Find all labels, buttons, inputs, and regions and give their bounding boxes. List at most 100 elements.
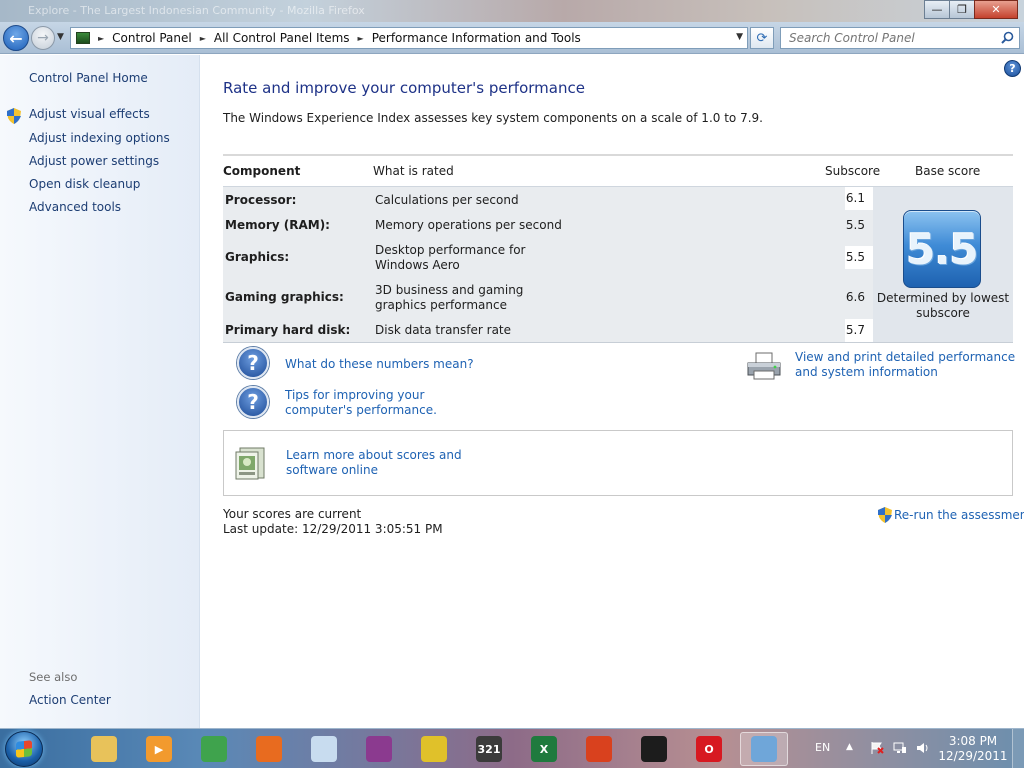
taskbar-clock[interactable]: 3:08 PM 12/29/2011 [938,734,1008,764]
last-update-text: Last update: 12/29/2011 3:05:51 PM [223,522,443,536]
breadcrumb-performance[interactable]: Performance Information and Tools [372,31,581,45]
navigation-bar: ← → ▼ ► Control Panel ► All Control Pane… [0,22,1024,54]
breadcrumb-control-panel[interactable]: Control Panel [112,31,192,45]
header-component: Component [223,164,301,178]
sidebar-item-visual-effects[interactable]: Adjust visual effects [29,107,150,121]
learn-more-link[interactable]: Learn more about scores and software onl… [286,448,496,478]
see-also-heading: See also [29,670,78,684]
action-center-flag-icon[interactable] [870,742,884,754]
taskbar-app-nero[interactable] [575,732,623,766]
control-panel-icon [751,736,777,762]
recent-pages-dropdown[interactable]: ▼ [57,32,64,42]
show-hidden-icons-icon[interactable]: ▲ [846,742,853,752]
notes-icon [311,736,337,762]
taskbar-app-excel[interactable]: X [520,732,568,766]
rerun-assessment[interactable]: Re-run the assessment [878,507,1024,523]
explorer-icon [91,736,117,762]
subscore-value: 5.7 [845,319,873,342]
sidebar-item-disk-cleanup[interactable]: Open disk cleanup [29,177,140,191]
volume-icon[interactable] [916,742,930,754]
component-name: Graphics: [225,250,290,264]
language-indicator[interactable]: EN [815,741,830,754]
terminal-icon [641,736,667,762]
address-dropdown-icon[interactable]: ▼ [736,32,743,42]
taskbar-app-control-panel[interactable] [740,732,788,766]
idm-icon [201,736,227,762]
taskbar-app-firefox[interactable] [245,732,293,766]
header-what-is-rated: What is rated [373,164,454,178]
nero-icon [586,736,612,762]
title-bar[interactable]: Explore - The Largest Indonesian Communi… [0,0,1024,22]
chevron-right-icon[interactable]: ► [358,34,364,43]
action-center-link[interactable]: Action Center [29,693,111,707]
rerun-assessment-link[interactable]: Re-run the assessment [894,508,1024,522]
sidebar-item-power[interactable]: Adjust power settings [29,154,159,168]
search-icon[interactable] [1001,31,1014,44]
taskbar-app-media-classic[interactable]: 321 [465,732,513,766]
taskbar-app-disc-burner[interactable] [410,732,458,766]
rated-description: Desktop performance for Windows Aero [375,243,526,272]
left-pane: Control Panel Home Adjust visual effects… [0,55,200,728]
taskbar-app-terminal[interactable] [630,732,678,766]
winrar-icon [366,736,392,762]
score-status: Your scores are current Last update: 12/… [223,507,443,537]
table-body: Processor: Calculations per second 6.1 M… [223,186,1013,343]
header-subscore: Subscore [825,164,881,178]
taskbar-app-media-player[interactable]: ▶ [135,732,183,766]
learn-more-box: Learn more about scores and software onl… [223,430,1013,496]
media-classic-icon: 321 [476,736,502,762]
help-button[interactable]: ? [1004,60,1021,77]
back-button[interactable]: ← [3,25,29,51]
search-input[interactable] [781,28,991,48]
excel-icon: X [531,736,557,762]
network-icon[interactable] [893,742,907,754]
chevron-right-icon[interactable]: ► [98,34,104,43]
taskbar-app-winrar[interactable] [355,732,403,766]
chevron-right-icon[interactable]: ► [200,34,206,43]
numbers-meaning-link[interactable]: What do these numbers mean? [285,357,474,372]
rated-description: Calculations per second [375,193,519,207]
sidebar-item-indexing[interactable]: Adjust indexing options [29,131,170,145]
page-title: Rate and improve your computer's perform… [223,79,585,97]
printer-icon[interactable] [746,351,782,381]
shield-icon [7,108,21,124]
subscore-value: 5.5 [845,218,865,232]
taskbar: ▶ 321 X O EN ▲ 3:08 PM 12/29/2011 [0,728,1024,768]
base-score-badge: 5.5 [903,210,981,288]
show-desktop-button[interactable] [1012,729,1024,768]
question-icon[interactable]: ? [237,386,269,418]
close-button[interactable]: ✕ [974,0,1018,19]
clock-time: 3:08 PM [948,734,998,748]
control-panel-home-link[interactable]: Control Panel Home [29,71,148,85]
window-title: Explore - The Largest Indonesian Communi… [28,4,365,17]
start-button[interactable] [5,731,43,767]
breadcrumb-all-items[interactable]: All Control Panel Items [214,31,350,45]
scores-current-text: Your scores are current [223,507,362,521]
software-box-icon [235,447,265,480]
improve-tips-link[interactable]: Tips for improving your computer's perfo… [285,388,485,418]
maximize-button[interactable]: ❐ [949,0,975,19]
base-score-value: 5.5 [906,224,978,274]
disc-burner-icon [421,736,447,762]
address-bar[interactable]: ► Control Panel ► All Control Panel Item… [70,27,748,49]
taskbar-app-notes[interactable] [300,732,348,766]
taskbar-app-opera[interactable]: O [685,732,733,766]
component-name: Primary hard disk: [225,323,351,337]
forward-button[interactable]: → [31,26,55,50]
print-details-link[interactable]: View and print detailed performance and … [795,350,1017,380]
question-icon[interactable]: ? [237,347,269,379]
subscore-value: 5.5 [845,246,873,269]
refresh-button[interactable]: ⟳ [750,27,774,49]
minimize-button[interactable]: — [924,0,950,19]
rated-description: Disk data transfer rate [375,323,512,337]
sidebar-item-advanced-tools[interactable]: Advanced tools [29,200,121,214]
subscore-value: 6.6 [845,290,865,304]
media-player-icon: ▶ [146,736,172,762]
base-score-panel: 5.5 Determined by lowest subscore [873,187,1013,342]
taskbar-app-idm[interactable] [190,732,238,766]
component-name: Processor: [225,193,297,207]
taskbar-app-explorer[interactable] [80,732,128,766]
search-box [780,27,1020,49]
rated-description: 3D business and gaming graphics performa… [375,283,524,312]
shield-icon [878,507,892,523]
